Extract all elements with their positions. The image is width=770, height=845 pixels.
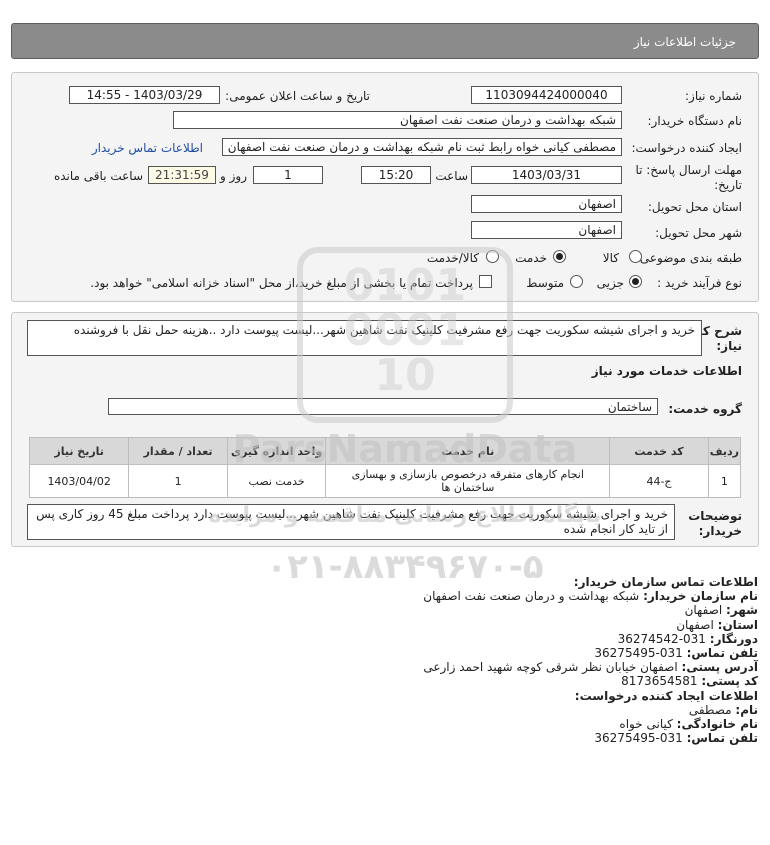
creator-field[interactable]: مصطفی کیانی خواه رابط ثبت نام شبکه بهداش… [222,138,622,156]
buyer-notes-label: توضیحات [688,509,742,523]
category-radio-service[interactable] [553,250,566,263]
cell-row: 1 [707,464,742,498]
category-option-service: خدمت [515,251,547,265]
deadline-time-field[interactable]: 15:20 [361,166,431,184]
remaining-label: ساعت باقی مانده [53,169,143,183]
buyer-org-field[interactable]: شبکه بهداشت و درمان صنعت نفت اصفهان [173,111,622,129]
contact-address-line: آدرس پستی: اصفهان خیابان نظر شرقی کوچه ش… [423,660,758,675]
col-code: کد خدمت [609,437,709,465]
description-label-2: نیاز: [716,339,742,353]
days-label: روز و [220,169,247,183]
cell-date: 1403/04/02 [28,464,130,498]
payment-note: پرداخت تمام یا بخشی از مبلغ خرید،از محل … [90,276,473,290]
buyer-org-label: نام دستگاه خریدار: [647,114,743,128]
need-details-panel [11,72,759,302]
announce-field[interactable]: 1403/03/29 - 14:55 [69,86,220,104]
process-radio-medium[interactable] [570,275,583,288]
city-field[interactable]: اصفهان [471,221,622,239]
col-unit: واحد اندازه گیری [226,437,327,465]
category-option-goods: کالا [602,251,619,265]
need-number-field[interactable]: 1103094424000040 [471,86,622,104]
category-radio-goods-service[interactable] [486,250,499,263]
category-radio-goods[interactable] [629,250,642,263]
contact-city-line: شهر: اصفهان [684,603,758,618]
creator-phone-line: تلفن تماس: 031-36275495 [594,731,758,746]
buyer-notes-text: خرید و اجرای شیشه سکوریت جهت رفع مشرفیت … [36,507,668,536]
page-title: جزئیات اطلاعات نیاز [633,35,736,49]
buyer-notes-box: خرید و اجرای شیشه سکوریت جهت رفع مشرفیت … [27,504,675,540]
contact-org-line: نام سازمان خریدار: شبکه بهداشت و درمان ص… [423,589,758,604]
creator-name-line: نام: مصطفی [688,702,758,717]
process-radio-minor[interactable] [629,275,642,288]
page-header: جزئیات اطلاعات نیاز [11,23,759,59]
cell-name: انجام کارهای متفرقه درخصوص بازسازی و بهس… [325,464,611,498]
buyer-contact-link[interactable]: اطلاعات تماس خریدار [92,141,203,155]
remaining-time-field: 21:31:59 [148,166,216,184]
category-label: طبقه بندی موضوعی: [635,251,742,265]
process-option-minor: جزیی [596,276,624,290]
col-date: تاریخ نیاز [28,437,130,465]
creator-family-line: نام خانوادگی: کیانی خواه [619,717,758,732]
buyer-notes-label-2: خریدار: [698,524,742,538]
contact-fax-line: دورنگار: 031-36274542 [617,631,758,646]
contact-province-line: استان: اصفهان [676,617,758,632]
description-box: خرید و اجرای شیشه سکوریت جهت رفع مشرفیت … [27,320,702,356]
city-label: شهر محل تحویل: [655,226,742,240]
process-option-medium: متوسط [526,276,564,290]
cell-code: ج-44 [609,464,709,498]
creator-label: ایجاد کننده درخواست: [631,141,742,155]
contact-section: اطلاعات تماس سازمان خریدار: نام سازمان خ… [18,575,758,745]
description-text: خرید و اجرای شیشه سکوریت جهت رفع مشرفیت … [73,323,695,337]
service-group-label: گروه خدمت: [668,402,742,416]
services-heading: اطلاعات خدمات مورد نیاز [591,364,742,378]
days-field[interactable]: 1 [253,166,323,184]
table-header-row: ردیف کد خدمت نام خدمت واحد اندازه گیری ت… [28,437,742,465]
cell-qty: 1 [128,464,228,498]
deadline-date-field[interactable]: 1403/03/31 [471,166,622,184]
province-label: استان محل تحویل: [647,200,742,214]
col-row: ردیف [707,437,742,465]
contact-postal-line: کد پستی: 8173654581 [621,674,758,689]
col-name: نام خدمت [325,437,611,465]
deadline-time-label: ساعت [435,169,468,183]
deadline-date-label: تاریخ: [714,178,742,192]
province-field[interactable]: اصفهان [471,195,622,213]
service-group-field[interactable]: ساختمان [108,398,658,415]
announce-label: تاریخ و ساعت اعلان عمومی: [225,89,370,103]
creator-heading: اطلاعات ایجاد کننده درخواست: [574,688,758,703]
payment-checkbox[interactable] [479,275,492,288]
col-qty: تعداد / مقدار [128,437,228,465]
services-table: ردیف کد خدمت نام خدمت واحد اندازه گیری ت… [28,437,742,498]
cell-unit: خدمت نصب [226,464,327,498]
need-number-label: شماره نیاز: [685,89,742,103]
table-row[interactable]: 1 ج-44 انجام کارهای متفرقه درخصوص بازساز… [28,464,742,498]
process-label: نوع فرآیند خرید : [657,276,742,290]
category-option-goods-service: کالا/خدمت [426,251,479,265]
contact-heading: اطلاعات تماس سازمان خریدار: [573,575,758,589]
contact-phone-line: تلفن تماس: 031-36275495 [594,646,758,661]
deadline-label: مهلت ارسال پاسخ: تا [635,163,742,177]
